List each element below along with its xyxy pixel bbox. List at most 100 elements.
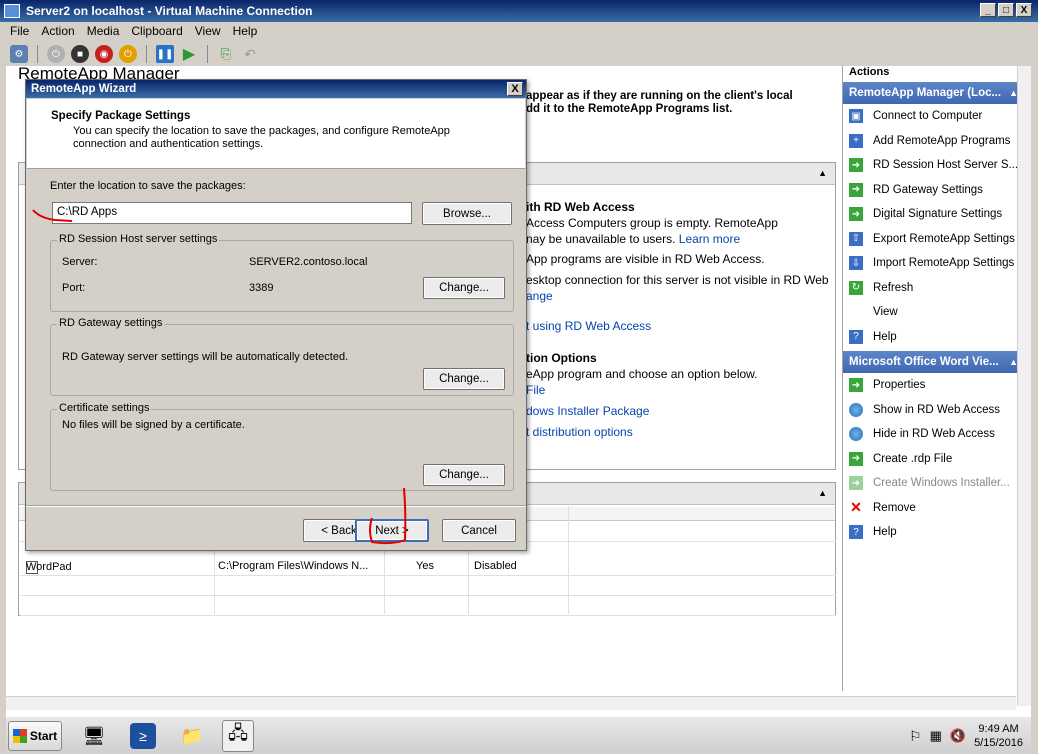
change-certificate-button[interactable]: Change...: [423, 464, 505, 486]
vm-window-title: Server2 on localhost - Virtual Machine C…: [26, 4, 313, 18]
create-rdp-file-link[interactable]: File: [526, 383, 545, 397]
remove-icon: ✕: [850, 499, 862, 516]
program-name: WordPad: [26, 561, 72, 573]
dialog-subheading: You can specify the location to save the…: [73, 125, 450, 150]
green-arrow-icon: ➜: [849, 158, 863, 173]
actions-group-word-viewer[interactable]: Microsoft Office Word Vie... ▲: [843, 351, 1022, 373]
change-link[interactable]: ange: [526, 289, 553, 303]
vertical-scrollbar[interactable]: [1017, 66, 1031, 706]
close-button[interactable]: X: [1016, 3, 1032, 17]
menu-view[interactable]: View: [195, 24, 221, 38]
flag-icon[interactable]: ⚐: [909, 728, 922, 745]
overview-text-1: appear as if they are running on the cli…: [526, 90, 793, 102]
snapshot-icon[interactable]: ⎘: [217, 45, 235, 63]
shutdown-icon[interactable]: ◉: [95, 45, 113, 63]
green-arrow-icon: ➜: [849, 378, 863, 393]
view-icon: [849, 305, 863, 319]
action-rd-session-host-settings[interactable]: ➜ RD Session Host Server S...: [843, 153, 1022, 178]
menu-file[interactable]: File: [10, 24, 29, 38]
green-arrow-icon: ➜: [849, 476, 863, 491]
vm-window-titlebar: Server2 on localhost - Virtual Machine C…: [0, 0, 1038, 22]
action-show-in-rd-web-access[interactable]: Show in RD Web Access: [843, 398, 1022, 423]
maximize-button[interactable]: □: [998, 3, 1014, 17]
remoteapp-wizard-dialog: RemoteApp Wizard X Specify Package Setti…: [25, 79, 527, 551]
table-row[interactable]: WordPad C:\Program Files\Windows N... Ye…: [20, 556, 836, 576]
globe-icon: [849, 427, 863, 442]
rd-gateway-group-label: RD Gateway settings: [57, 317, 165, 329]
turn-off-icon[interactable]: ■: [71, 45, 89, 63]
action-connect-to-computer[interactable]: ▣ Connect to Computer: [843, 104, 1022, 129]
server-label: Server:: [62, 256, 98, 268]
action-hide-in-rd-web-access[interactable]: Hide in RD Web Access: [843, 422, 1022, 447]
dialog-heading: Specify Package Settings: [51, 110, 191, 122]
green-arrow-icon: ➜: [849, 451, 863, 466]
save-state-icon[interactable]: ⏻: [119, 45, 137, 63]
server-manager-icon[interactable]: 🖥: [78, 720, 110, 752]
start-icon[interactable]: ⏻: [47, 45, 65, 63]
action-import-settings[interactable]: ⇩ Import RemoteApp Settings: [843, 251, 1022, 276]
horizontal-scrollbar[interactable]: [6, 696, 1016, 710]
action-help[interactable]: ? Help: [843, 325, 1022, 350]
action-view[interactable]: View: [843, 300, 1022, 325]
menu-media[interactable]: Media: [87, 24, 120, 38]
actions-group-remoteapp-manager[interactable]: RemoteApp Manager (Loc... ▲: [843, 82, 1022, 104]
volume-icon[interactable]: 🔇: [950, 728, 966, 744]
action-create-windows-installer: ➜ Create Windows Installer...: [843, 471, 1022, 496]
change-session-host-button[interactable]: Change...: [423, 277, 505, 299]
system-tray: ⚐ ▦ 🔇 9:49 AM 5/15/2016: [909, 721, 1023, 751]
action-create-rdp-file[interactable]: ➜ Create .rdp File: [843, 447, 1022, 472]
action-properties[interactable]: ➜ Properties: [843, 373, 1022, 398]
refresh-icon: ↻: [849, 280, 863, 295]
menu-help[interactable]: Help: [233, 24, 258, 38]
toolbar-separator: [207, 45, 208, 63]
export-icon: ⇧: [849, 231, 863, 246]
action-digital-signature-settings[interactable]: ➜ Digital Signature Settings: [843, 202, 1022, 227]
resume-icon[interactable]: ▶: [180, 45, 198, 63]
distribution-line-1: eApp program and choose an option below.: [526, 367, 758, 381]
web-access-line-1: Access Computers group is empty. RemoteA…: [526, 216, 778, 230]
start-button[interactable]: Start: [8, 721, 62, 751]
collapse-caret-icon[interactable]: ▲: [818, 488, 827, 498]
change-gateway-button[interactable]: Change...: [423, 368, 505, 390]
clock-date: 5/15/2016: [974, 737, 1023, 749]
ctrl-alt-del-icon[interactable]: ⚙: [10, 45, 28, 63]
next-button[interactable]: Next >: [355, 519, 429, 542]
minimize-button[interactable]: _: [980, 3, 996, 17]
collapse-caret-icon[interactable]: ▲: [818, 168, 827, 178]
taskbar: Start 🖥 ≥ 📁 🖧 ⚐ ▦ 🔇 9:49 AM 5/15/2016: [6, 716, 1031, 754]
learn-more-link[interactable]: Learn more: [679, 232, 740, 246]
action-refresh[interactable]: ↻ Refresh: [843, 276, 1022, 301]
action-export-settings[interactable]: ⇧ Export RemoteApp Settings: [843, 227, 1022, 252]
cancel-button[interactable]: Cancel: [442, 519, 516, 542]
location-input[interactable]: C:\RD Apps: [52, 202, 412, 224]
port-label: Port:: [62, 282, 86, 294]
using-rd-web-access-link[interactable]: t using RD Web Access: [526, 319, 651, 333]
powershell-icon[interactable]: ≥: [130, 723, 156, 749]
dialog-close-button[interactable]: X: [507, 82, 523, 96]
network-icon[interactable]: ▦: [930, 728, 942, 744]
menu-action[interactable]: Action: [41, 24, 74, 38]
pause-icon[interactable]: ❚❚: [156, 45, 174, 63]
explorer-icon[interactable]: 📁: [176, 720, 208, 752]
distribution-options-link[interactable]: t distribution options: [526, 425, 633, 439]
web-access-line-3: App programs are visible in RD Web Acces…: [526, 252, 765, 266]
location-label: Enter the location to save the packages:: [50, 180, 246, 192]
create-msi-link[interactable]: dows Installer Package: [526, 404, 649, 418]
session-host-groupbox: RD Session Host server settings: [50, 233, 514, 312]
action-remove[interactable]: ✕ Remove: [843, 496, 1022, 521]
dialog-titlebar: RemoteApp Wizard X: [26, 80, 526, 98]
distribution-heading: tion Options: [526, 351, 597, 365]
action-rd-gateway-settings[interactable]: ➜ RD Gateway Settings: [843, 178, 1022, 203]
web-access-heading: ith RD Web Access: [526, 200, 635, 214]
remoteapp-manager-taskbar-icon[interactable]: 🖧: [222, 720, 254, 752]
vm-app-icon: [4, 4, 20, 18]
table-row[interactable]: [20, 596, 836, 616]
action-add-remoteapp-programs[interactable]: + Add RemoteApp Programs: [843, 129, 1022, 154]
browse-button[interactable]: Browse...: [422, 202, 512, 225]
program-visible: Yes: [416, 560, 434, 572]
revert-icon[interactable]: ↶: [241, 45, 259, 63]
action-help-2[interactable]: ? Help: [843, 520, 1022, 545]
clock[interactable]: 9:49 AM 5/15/2016: [974, 722, 1023, 750]
menu-clipboard[interactable]: Clipboard: [131, 24, 182, 38]
table-row[interactable]: [20, 576, 836, 596]
